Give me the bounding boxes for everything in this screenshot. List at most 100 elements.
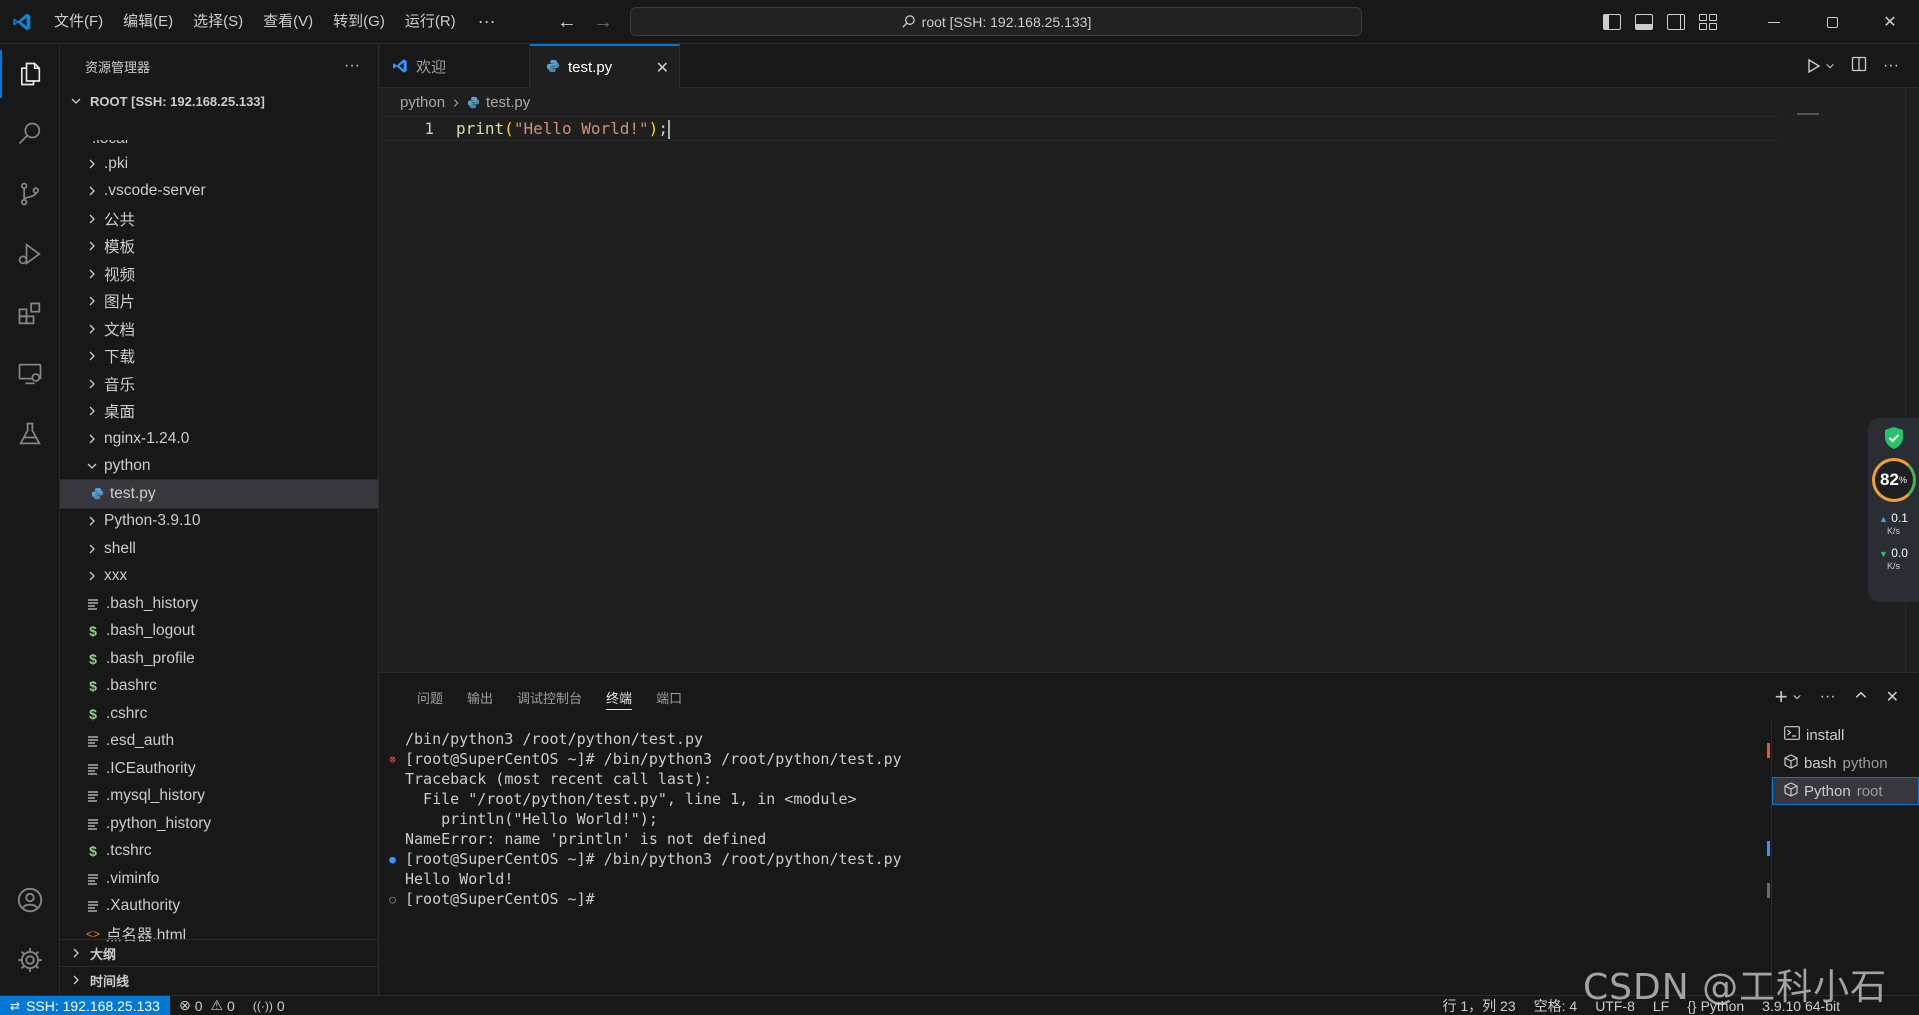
explorer-icon[interactable] xyxy=(0,44,60,104)
maximize-panel-icon[interactable] xyxy=(1854,688,1868,707)
customize-layout-icon[interactable] xyxy=(1699,14,1717,30)
tree-file[interactable]: $ .cshrc xyxy=(60,700,378,728)
menu-file[interactable]: 文件(F) xyxy=(44,0,113,44)
tab-close-button[interactable]: ✕ xyxy=(656,58,669,78)
account-icon[interactable] xyxy=(0,870,60,930)
menu-go[interactable]: 转到(G) xyxy=(323,0,395,44)
indentation[interactable]: 空格: 4 xyxy=(1525,996,1587,1015)
tree-file[interactable]: $ .bash_logout xyxy=(60,618,378,646)
tree-file[interactable]: .esd_auth xyxy=(60,728,378,756)
terminal-instance[interactable]: Python root xyxy=(1772,777,1919,805)
tree-file[interactable]: .python_history xyxy=(60,810,378,838)
close-window-button[interactable]: ✕ xyxy=(1861,0,1919,44)
tree-file[interactable]: .bash_history xyxy=(60,590,378,618)
tree-file[interactable]: test.py xyxy=(60,479,378,509)
source-control-icon[interactable] xyxy=(0,164,60,224)
search-icon[interactable] xyxy=(0,104,60,164)
tree-folder[interactable]: xxx xyxy=(60,563,378,591)
explorer-more-button[interactable]: ··· xyxy=(344,57,360,75)
restore-button[interactable] xyxy=(1803,0,1861,44)
terminal-instance-detail: root xyxy=(1856,782,1883,800)
chevron-right-icon xyxy=(82,185,102,197)
tree-item-label: .bash_logout xyxy=(106,622,195,640)
tree-folder[interactable]: python xyxy=(60,453,378,481)
run-python-file-button[interactable] xyxy=(1807,58,1835,74)
remote-explorer-icon[interactable] xyxy=(0,344,60,404)
timeline-section[interactable]: 时间线 xyxy=(60,966,378,993)
problems-indicator[interactable]: ⊗ 0 ⚠ 0 xyxy=(170,997,244,1014)
panel-tab[interactable]: 输出 xyxy=(455,673,505,721)
tree-folder[interactable]: Python-3.9.10 xyxy=(60,508,378,536)
tree-folder[interactable]: 图片 xyxy=(60,288,378,316)
remote-indicator[interactable]: ⇄ SSH: 192.168.25.133 xyxy=(0,995,170,1015)
command-error-icon[interactable]: ⊗ xyxy=(380,753,405,766)
minimap[interactable] xyxy=(1797,113,1819,115)
system-monitor-widget[interactable]: 82% ▲ 0.1 K/s ▼ 0.0 K/s xyxy=(1868,418,1919,602)
tab-test-py[interactable]: test.py ✕ xyxy=(530,44,680,89)
activity-bar xyxy=(0,44,60,995)
terminal-output[interactable]: /bin/python3 /root/python/test.py ⊗ [root@… xyxy=(380,729,1760,989)
new-terminal-button[interactable]: + xyxy=(1775,686,1802,708)
cursor-position[interactable]: 行 1，列 23 xyxy=(1433,996,1524,1015)
outline-section[interactable]: 大纲 xyxy=(60,939,378,966)
code-editor[interactable]: python test.py 1 print("Hello World!"); xyxy=(380,88,1919,672)
panel-more-button[interactable]: ··· xyxy=(1820,688,1836,706)
panel-tab[interactable]: 问题 xyxy=(405,673,455,721)
minimize-button[interactable] xyxy=(1745,0,1803,44)
panel-tab[interactable]: 调试控制台 xyxy=(505,673,594,721)
tree-folder[interactable]: 桌面 xyxy=(60,398,378,426)
tree-folder[interactable]: .vscode-server xyxy=(60,178,378,206)
tree-folder[interactable]: 下载 xyxy=(60,343,378,371)
menu-run[interactable]: 运行(R) xyxy=(395,0,466,44)
tree-folder[interactable]: 文档 xyxy=(60,315,378,343)
toggle-panel-icon[interactable] xyxy=(1635,14,1653,30)
forward-arrow-icon[interactable]: → xyxy=(592,11,614,34)
tree-file[interactable]: .mysql_history xyxy=(60,783,378,811)
command-success-icon[interactable]: ● xyxy=(380,853,405,866)
command-center-search[interactable]: root [SSH: 192.168.25.133] xyxy=(630,7,1362,36)
editor-more-button[interactable]: ··· xyxy=(1883,57,1899,75)
menu-edit[interactable]: 编辑(E) xyxy=(113,0,183,44)
ports-indicator[interactable]: ((·)) 0 xyxy=(244,998,294,1014)
workspace-root[interactable]: ROOT [SSH: 192.168.25.133] xyxy=(60,88,378,114)
tree-file[interactable]: .ICEauthority xyxy=(60,755,378,783)
python-file-icon xyxy=(546,59,560,77)
panel-tab[interactable]: 终端 xyxy=(594,673,644,721)
tree-file[interactable]: $ .bash_profile xyxy=(60,645,378,673)
terminal-instance[interactable]: install xyxy=(1772,721,1919,749)
toggle-primary-sidebar-icon[interactable] xyxy=(1603,14,1621,30)
breadcrumb-folder[interactable]: python xyxy=(400,94,445,111)
toggle-secondary-sidebar-icon[interactable] xyxy=(1667,14,1685,30)
tree-folder[interactable]: 音乐 xyxy=(60,370,378,398)
tree-file[interactable]: $ .bashrc xyxy=(60,673,378,701)
tree-folder[interactable]: shell xyxy=(60,535,378,563)
tree-folder[interactable]: 视频 xyxy=(60,260,378,288)
tab-welcome[interactable]: 欢迎 xyxy=(380,44,530,88)
menu-more-button[interactable]: ··· xyxy=(466,11,508,32)
tree-file[interactable]: $ .tcshrc xyxy=(60,838,378,866)
run-debug-icon[interactable] xyxy=(0,224,60,284)
breadcrumb-file[interactable]: test.py xyxy=(486,94,530,111)
tree-folder[interactable]: 公共 xyxy=(60,205,378,233)
tree-folder[interactable]: 模板 xyxy=(60,233,378,261)
code-line[interactable]: 1 print("Hello World!"); xyxy=(380,116,1780,141)
extensions-icon[interactable] xyxy=(0,284,60,344)
tree-folder[interactable]: nginx-1.24.0 xyxy=(60,425,378,453)
menu-selection[interactable]: 选择(S) xyxy=(183,0,253,44)
tree-file[interactable]: .viminfo xyxy=(60,865,378,893)
split-editor-icon[interactable] xyxy=(1851,56,1867,76)
back-arrow-icon[interactable]: ← xyxy=(556,11,578,34)
tree-item-label: .python_history xyxy=(106,814,212,832)
cube-icon xyxy=(1784,781,1798,801)
menu-view[interactable]: 查看(V) xyxy=(253,0,323,44)
close-panel-button[interactable]: ✕ xyxy=(1886,687,1899,707)
command-pending-icon[interactable]: ○ xyxy=(380,893,405,906)
tree-file[interactable]: .Xauthority xyxy=(60,893,378,921)
testing-flask-icon[interactable] xyxy=(0,404,60,464)
panel-tab[interactable]: 端口 xyxy=(644,673,694,721)
terminal-instance[interactable]: bash python xyxy=(1772,749,1919,777)
chevron-right-icon xyxy=(82,378,102,390)
tree-item-partial[interactable]: .local xyxy=(60,140,378,148)
tree-folder[interactable]: .pki xyxy=(60,150,378,178)
settings-gear-icon[interactable] xyxy=(0,930,60,990)
